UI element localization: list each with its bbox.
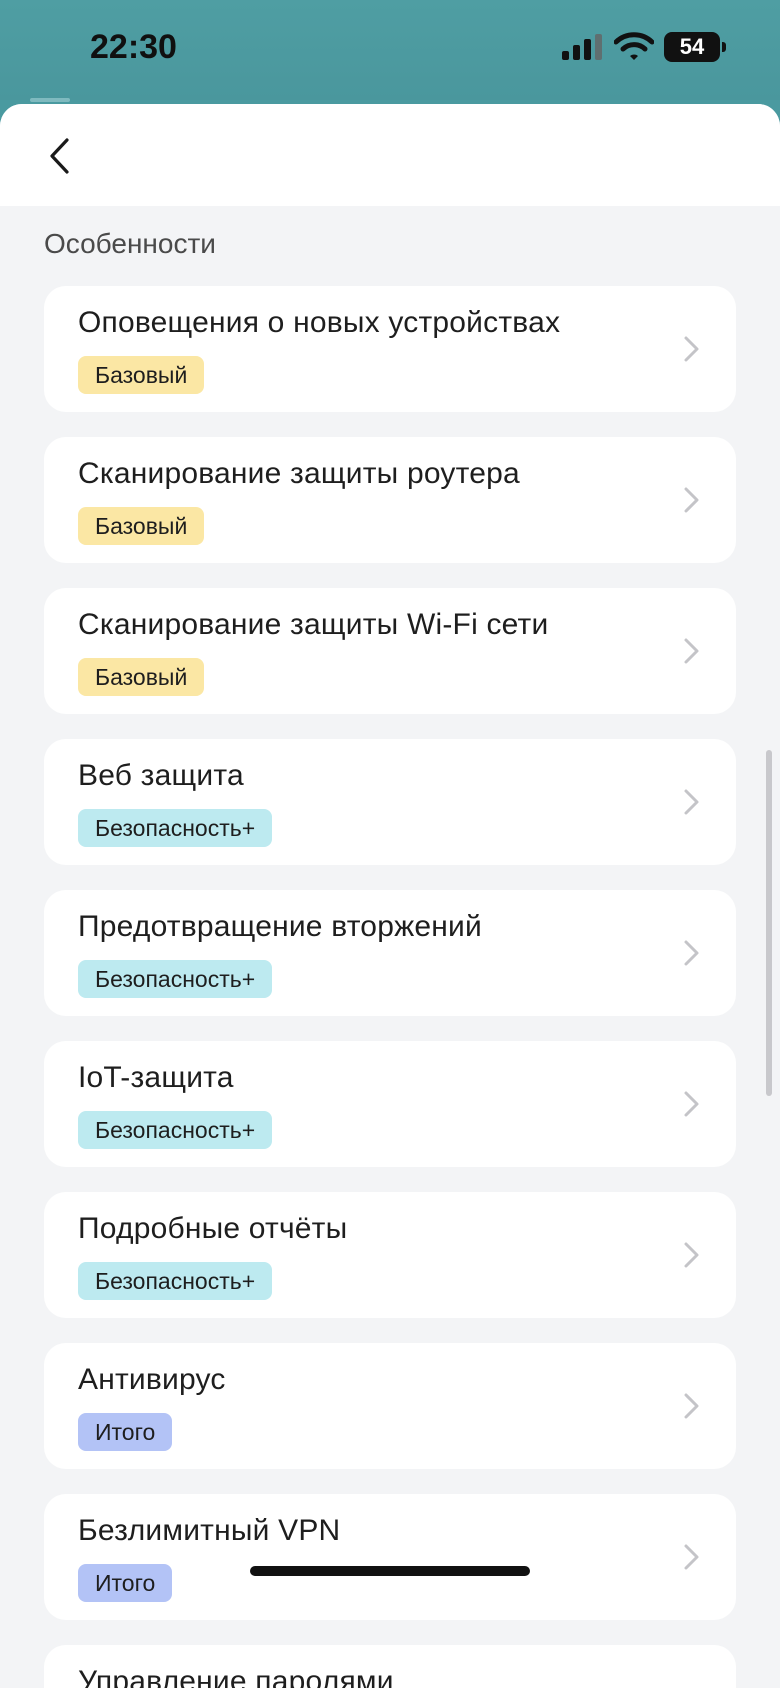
sheet-grabber — [30, 98, 70, 102]
chevron-right-icon — [684, 789, 699, 815]
feature-title: Антивирус — [78, 1363, 226, 1396]
home-indicator[interactable] — [250, 1566, 530, 1576]
sheet-header — [0, 104, 780, 206]
tier-badge: Итого — [78, 1564, 173, 1602]
chevron-right-icon — [684, 940, 699, 966]
tier-badge: Базовый — [78, 356, 205, 394]
feature-card[interactable]: IoT-защита Безопасность+ — [44, 1041, 736, 1167]
tier-badge: Базовый — [78, 507, 205, 545]
scrollbar[interactable] — [766, 750, 772, 1096]
chevron-right-icon — [684, 1091, 699, 1117]
chevron-right-icon — [684, 1242, 699, 1268]
feature-title: Управление паролями — [78, 1665, 394, 1688]
feature-card[interactable]: Оповещения о новых устройствах Базовый — [44, 286, 736, 412]
feature-title: Подробные отчёты — [78, 1212, 348, 1245]
tier-badge: Базовый — [78, 658, 205, 696]
feature-title: IoT-защита — [78, 1061, 234, 1094]
tier-badge: Безопасность+ — [78, 809, 273, 847]
section-title: Особенности — [44, 228, 216, 259]
feature-title: Сканирование защиты Wi-Fi сети — [78, 608, 549, 641]
back-button[interactable] — [36, 130, 86, 180]
battery-level: 54 — [679, 34, 705, 59]
feature-card[interactable]: Подробные отчёты Безопасность+ — [44, 1192, 736, 1318]
feature-card[interactable]: Сканирование защиты Wi-Fi сети Базовый — [44, 588, 736, 714]
feature-title: Безлимитный VPN — [78, 1514, 341, 1547]
feature-card[interactable]: Антивирус Итого — [44, 1343, 736, 1469]
features-sheet: Особенности Оповещения о новых устройств… — [0, 104, 780, 1688]
status-time: 22:30 — [90, 28, 177, 66]
cellular-signal-icon — [562, 34, 604, 60]
feature-card[interactable]: Предотвращение вторжений Безопасность+ — [44, 890, 736, 1016]
feature-card[interactable]: Сканирование защиты роутера Базовый — [44, 437, 736, 563]
status-bar: 22:30 54 — [0, 0, 780, 100]
feature-title: Предотвращение вторжений — [78, 910, 482, 943]
feature-card[interactable]: Управление паролями — [44, 1645, 736, 1688]
tier-badge: Безопасность+ — [78, 1111, 273, 1149]
chevron-right-icon — [684, 1544, 699, 1570]
chevron-right-icon — [684, 638, 699, 664]
tier-badge: Итого — [78, 1413, 173, 1451]
battery-icon: 54 — [664, 32, 726, 62]
feature-title: Веб защита — [78, 759, 244, 792]
tier-badge: Безопасность+ — [78, 1262, 273, 1300]
feature-card[interactable]: Веб защита Безопасность+ — [44, 739, 736, 865]
chevron-right-icon — [684, 487, 699, 513]
wifi-icon — [614, 32, 654, 60]
tier-badge: Безопасность+ — [78, 960, 273, 998]
chevron-right-icon — [684, 1393, 699, 1419]
feature-title: Сканирование защиты роутера — [78, 457, 520, 490]
feature-card[interactable]: Безлимитный VPN Итого — [44, 1494, 736, 1620]
chevron-right-icon — [684, 336, 699, 362]
feature-title: Оповещения о новых устройствах — [78, 306, 561, 339]
